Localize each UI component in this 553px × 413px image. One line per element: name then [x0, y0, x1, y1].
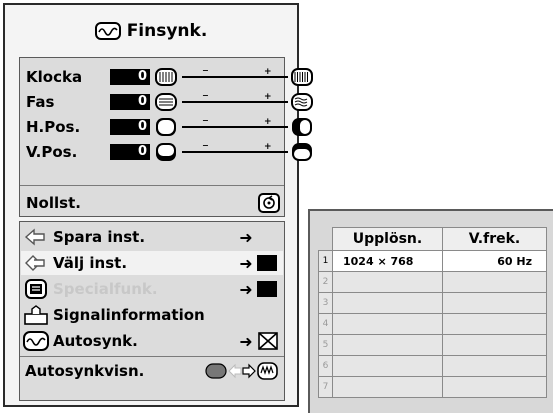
- fine-sync-icon: [94, 22, 121, 40]
- header-resolution: Upplösn.: [332, 227, 443, 251]
- adjust-row-hpos[interactable]: H.Pos. 0 − +: [26, 116, 316, 138]
- arrow-right-icon: ➜: [239, 331, 253, 351]
- reset-label: Nollst.: [26, 194, 81, 212]
- table-row[interactable]: 3: [318, 292, 547, 314]
- adjust-value-phase: 0: [110, 94, 150, 110]
- table-row[interactable]: 6: [318, 355, 547, 377]
- autosync-off-icon: [258, 332, 278, 350]
- divider: [20, 185, 284, 186]
- table-row[interactable]: 4: [318, 313, 547, 335]
- select-arrow-icon: [25, 255, 45, 271]
- special-mode-icon: [25, 279, 47, 299]
- adjustment-panel: Klocka 0 − + Fas 0 − + H.Pos. 0 − + V.Po…: [19, 57, 313, 217]
- table-row[interactable]: 2: [318, 271, 547, 293]
- svg-text:−: −: [202, 92, 209, 100]
- menu-item-signal-info-label: Signalinformation: [53, 306, 205, 324]
- menu-item-signal-info[interactable]: Signalinformation: [21, 303, 283, 327]
- menu-title-text: Finsynk.: [126, 21, 208, 41]
- table-row[interactable]: 5: [318, 334, 547, 356]
- adjust-label-clock: Klocka: [26, 68, 83, 86]
- adjust-label-phase: Fas: [26, 93, 55, 111]
- resolution-table-panel: Upplösn. V.frek. 1 1024 × 768 60 Hz 2 3 …: [308, 209, 553, 413]
- reset-icon[interactable]: [258, 193, 280, 213]
- adjust-value-hpos: 0: [110, 119, 150, 135]
- arrow-right-icon: ➜: [239, 227, 253, 247]
- vpos-slider[interactable]: − +: [154, 142, 316, 162]
- autosync-icon: [23, 331, 49, 351]
- menu-item-select[interactable]: Välj inst. ➜: [21, 251, 283, 275]
- menu-item-autosync-display-label: Autosynkvisn.: [25, 362, 145, 380]
- arrow-right-icon: ➜: [239, 279, 253, 299]
- menu-item-save[interactable]: Spara inst. ➜: [21, 225, 283, 249]
- adjust-label-hpos: H.Pos.: [26, 118, 81, 136]
- phase-slider[interactable]: − +: [154, 92, 316, 112]
- value-box: [257, 255, 277, 271]
- divider: [20, 356, 284, 357]
- save-arrow-icon: [24, 228, 45, 246]
- autosync-display-icon[interactable]: [205, 361, 279, 381]
- reset-row[interactable]: Nollst.: [26, 192, 280, 214]
- header-frequency: V.frek.: [442, 227, 547, 251]
- arrow-right-icon: ➜: [239, 253, 253, 273]
- svg-text:+: +: [264, 117, 272, 127]
- svg-text:+: +: [264, 92, 272, 102]
- svg-text:−: −: [202, 67, 209, 75]
- menu-item-save-label: Spara inst.: [53, 228, 146, 246]
- clock-slider[interactable]: − +: [154, 67, 316, 87]
- resolution-table: Upplösn. V.frek. 1 1024 × 768 60 Hz 2 3 …: [318, 227, 547, 398]
- adjust-row-vpos[interactable]: V.Pos. 0 − +: [26, 141, 316, 163]
- adjust-label-vpos: V.Pos.: [26, 143, 78, 161]
- svg-text:+: +: [264, 67, 272, 77]
- table-row[interactable]: 7: [318, 376, 547, 398]
- fine-sync-menu: Finsynk. Klocka 0 − + Fas 0 − + H.Pos. 0…: [3, 3, 313, 407]
- menu-item-select-label: Välj inst.: [53, 254, 128, 272]
- signal-info-icon: [24, 305, 48, 325]
- adjust-row-phase[interactable]: Fas 0 − +: [26, 91, 316, 113]
- svg-text:−: −: [202, 117, 209, 125]
- menu-item-special-label: Specialfunk.: [53, 280, 158, 298]
- value-box: [257, 281, 277, 297]
- table-row[interactable]: 1 1024 × 768 60 Hz: [318, 250, 547, 272]
- adjust-row-clock[interactable]: Klocka 0 − +: [26, 66, 316, 88]
- menu-item-autosync-display[interactable]: Autosynkvisn.: [21, 359, 283, 383]
- menu-item-special[interactable]: Specialfunk. ➜: [21, 277, 283, 301]
- function-panel: Spara inst. ➜ Välj inst. ➜ Specialfunk. …: [19, 221, 285, 401]
- menu-item-autosync[interactable]: Autosynk. ➜: [21, 329, 283, 353]
- adjust-value-vpos: 0: [110, 144, 150, 160]
- svg-text:−: −: [202, 142, 209, 150]
- svg-text:+: +: [264, 142, 272, 152]
- adjust-value-clock: 0: [110, 69, 150, 85]
- menu-title: Finsynk.: [5, 5, 297, 57]
- menu-item-autosync-label: Autosynk.: [53, 332, 138, 350]
- hpos-slider[interactable]: − +: [154, 117, 316, 137]
